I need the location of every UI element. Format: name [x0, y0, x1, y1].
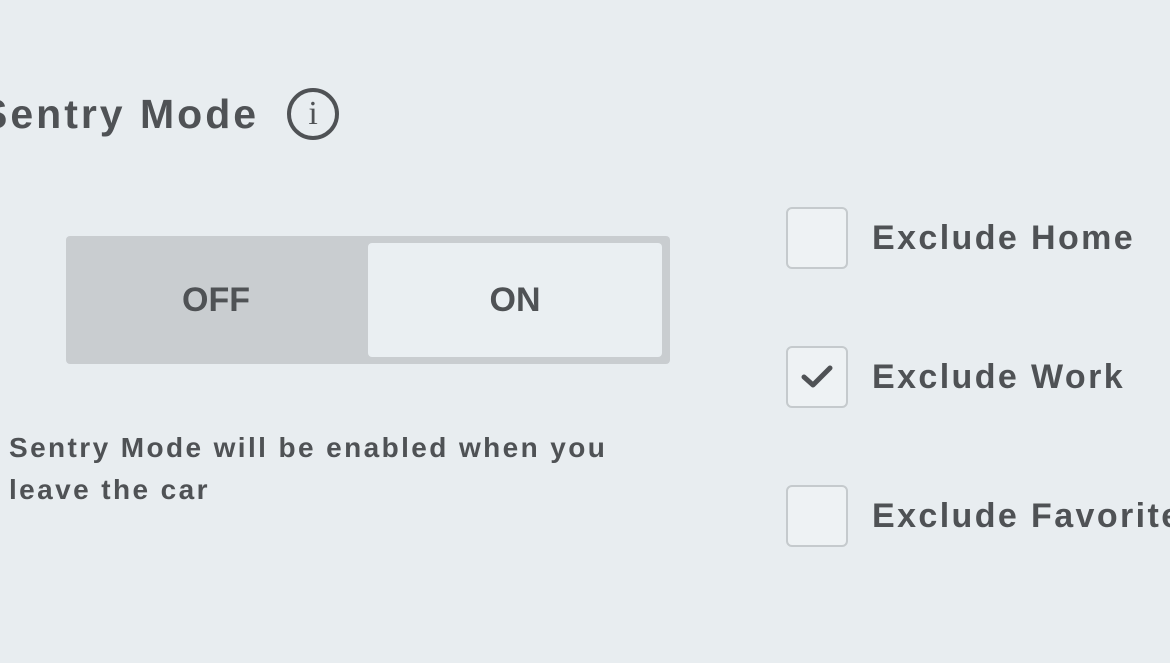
exclude-home-option[interactable]: Exclude Home	[786, 205, 1135, 271]
sentry-mode-header: Sentry Mode i	[0, 84, 340, 144]
exclude-favorites-label: Exclude Favorites	[872, 496, 1170, 535]
exclude-home-label: Exclude Home	[872, 218, 1136, 257]
exclude-work-label: Exclude Work	[872, 357, 1126, 396]
checkmark-icon	[801, 365, 833, 388]
info-icon[interactable]: i	[287, 88, 340, 140]
exclude-work-option[interactable]: Exclude Work	[786, 344, 1125, 410]
page-title: Sentry Mode	[0, 90, 260, 137]
exclude-favorites-option[interactable]: Exclude Favorites	[786, 483, 1170, 549]
toggle-off-label: OFF	[182, 280, 250, 319]
toggle-off-option[interactable]: OFF	[66, 236, 366, 364]
sentry-mode-description: Sentry Mode will be enabled when you lea…	[9, 432, 608, 505]
sentry-mode-toggle[interactable]: OFF ON	[66, 236, 670, 364]
exclude-home-checkbox[interactable]	[786, 207, 848, 269]
exclude-work-checkbox[interactable]	[786, 346, 848, 408]
exclude-favorites-checkbox[interactable]	[786, 485, 848, 547]
toggle-on-option[interactable]: ON	[368, 243, 662, 357]
toggle-on-label: ON	[489, 280, 541, 319]
